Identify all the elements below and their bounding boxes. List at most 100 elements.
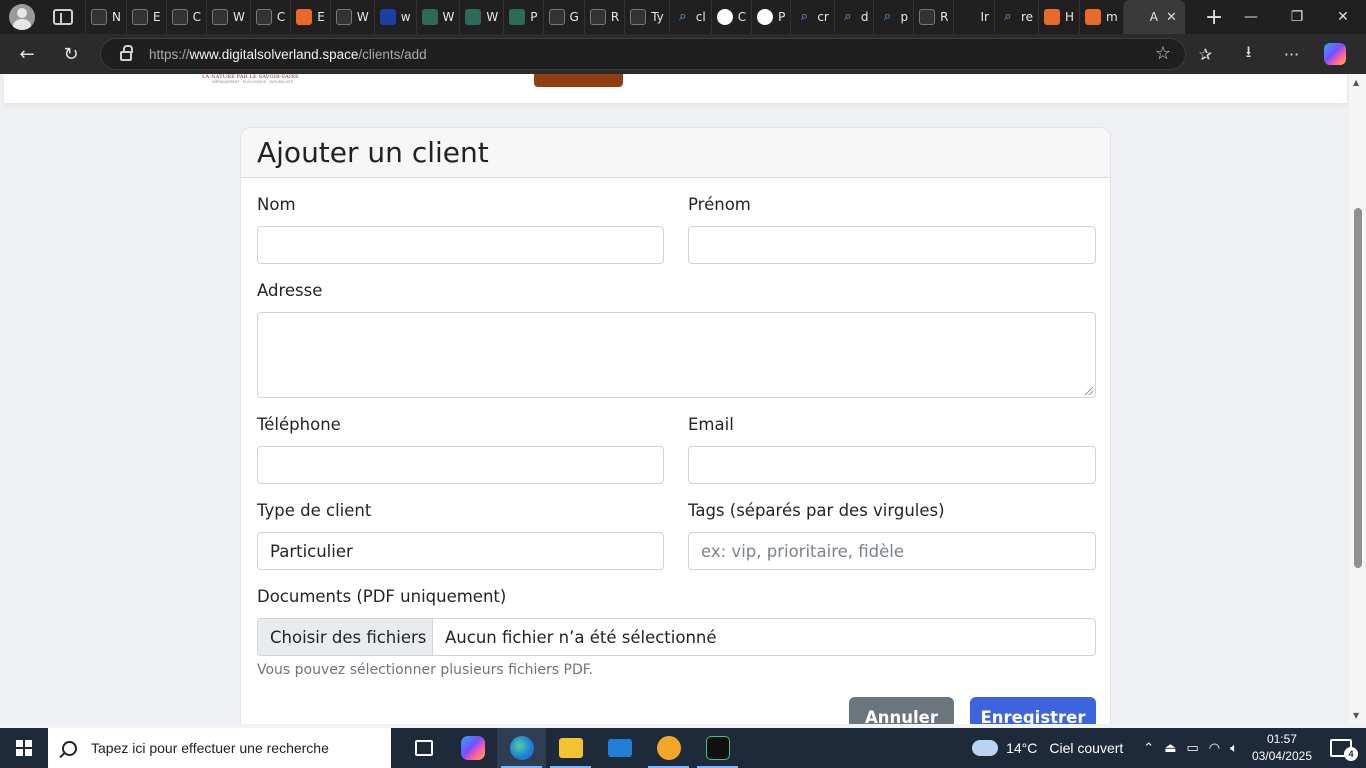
orange-dots-icon [296,9,313,25]
more-options-icon[interactable]: ··· [1270,45,1313,64]
browser-tab[interactable]: A ✕ [1122,0,1185,34]
browser-tab[interactable]: ⌕ cr [790,0,834,34]
browser-tab[interactable]: R [913,0,953,34]
adresse-textarea[interactable] [257,312,1096,398]
browser-tab[interactable]: P [503,0,542,34]
refresh-icon[interactable]: ↻ [56,39,86,69]
chevron-up-icon[interactable]: ⌃ [1143,740,1154,756]
favorite-star-icon[interactable]: ☆ [1155,43,1171,64]
documents-help-text: Vous pouvez sélectionner plusieurs fichi… [257,662,593,678]
terminal-app-icon[interactable] [693,728,742,768]
prenom-input[interactable] [688,226,1096,264]
copilot-app-icon[interactable] [448,728,497,768]
mail-app-icon[interactable] [595,728,644,768]
brave-app-icon[interactable] [644,728,693,768]
email-input[interactable] [688,446,1096,484]
tab-actions-icon[interactable] [53,9,73,25]
browser-tab[interactable]: ⌕ p [873,0,913,34]
address-bar[interactable]: https://www.digitalsolverland.space/clie… [100,38,1186,70]
browser-tab-label: cr [817,10,829,24]
browser-tab[interactable]: W [329,0,374,34]
weather-widget[interactable]: 14°C Ciel couvert [968,734,1123,756]
new-tab-icon[interactable]: + [1205,5,1223,30]
browser-tab[interactable]: ⌕ d [833,0,874,34]
choose-files-button[interactable]: Choisir des fichiers [258,619,433,655]
browser-tab[interactable]: N [85,0,126,34]
task-view-icon[interactable] [399,728,448,768]
browser-tab[interactable]: Ir [953,0,993,34]
browser-tab[interactable]: Ty [624,0,669,34]
browser-tab[interactable]: R [583,0,624,34]
taskbar-search[interactable]: Tapez ici pour effectuer une recherche [48,728,391,768]
tags-label: Tags (séparés par des virgules) [688,501,945,520]
favorites-icon[interactable]: ✰ [1184,45,1227,64]
browser-tab[interactable]: ⌕ re [993,0,1038,34]
notification-count: 4 [1344,747,1358,761]
clock-date: 03/04/2025 [1251,749,1312,763]
browser-tab[interactable]: W [459,0,503,34]
tags-input[interactable]: ex: vip, prioritaire, fidèle [688,532,1096,570]
browser-tab-label: W [356,10,369,24]
documents-file-input[interactable]: Choisir des fichiers Aucun fichier n’a é… [257,618,1096,656]
browser-tab-label: m [1106,10,1118,24]
browser-tab-label: C [737,10,747,24]
clock[interactable]: 01:57 03/04/2025 [1252,731,1312,765]
downloads-icon[interactable]: ⭳ [1227,41,1270,68]
browser-tab[interactable]: H [1038,0,1079,34]
restore-icon[interactable]: ❐ [1274,0,1320,34]
scrollbar-thumb[interactable] [1354,208,1362,568]
browser-tab[interactable]: W [205,0,250,34]
search-icon: ⌕ [844,9,852,24]
browser-tab[interactable]: E [125,0,166,34]
blank-icon [1129,9,1145,25]
url-text[interactable]: https://www.digitalsolverland.space/clie… [149,47,427,62]
save-button[interactable]: Enregistrer [970,697,1096,724]
browser-tab-label: H [1065,10,1075,24]
window-controls: — ❐ ✕ [1228,0,1366,34]
profile-avatar-icon[interactable] [9,4,35,30]
browser-tab[interactable]: P [751,0,790,34]
wifi-icon[interactable]: ◠ [1209,740,1220,756]
browser-tab[interactable]: m [1079,0,1123,34]
telephone-input[interactable] [257,446,664,484]
logo-subline: AMÉNAGEMENT · ÉCOLOGIQUE · NATURALISTE [212,80,294,84]
browser-tab[interactable]: C [249,0,290,34]
browser-tab[interactable]: E [290,0,330,34]
openai-icon [716,9,733,25]
page-scrollbar[interactable]: ▲ ▼ [1349,74,1366,724]
browser-tab[interactable]: G [542,0,584,34]
scroll-up-icon[interactable]: ▲ [1353,78,1359,87]
battery-icon[interactable]: ▭ [1186,740,1198,756]
start-button[interactable] [0,728,48,768]
lock-icon[interactable] [120,45,133,61]
browser-tab[interactable]: C [710,0,751,34]
browser-tab[interactable]: W [415,0,460,34]
file-explorer-icon[interactable] [546,728,595,768]
scroll-down-icon[interactable]: ▼ [1353,711,1359,720]
browser-tab[interactable]: w [373,0,416,34]
browser-tab-label: R [610,10,620,24]
edge-app-icon[interactable] [497,728,546,768]
browser-tab-label: C [276,10,286,24]
browser-tab[interactable]: ⌕ cl [668,0,711,34]
browser-tab[interactable]: C [165,0,206,34]
header-button[interactable] [534,74,623,87]
copilot-icon[interactable] [1313,43,1356,65]
system-tray: 14°C Ciel couvert ⌃ ⏏ ▭ ◠ 🔈︎ 01:57 03/04… [968,728,1366,768]
add-client-card: Ajouter un client Nom Prénom Adresse Tél… [240,127,1111,724]
cancel-button[interactable]: Annuler [849,697,954,724]
close-window-icon[interactable]: ✕ [1320,0,1366,34]
resize-handle-icon[interactable] [1085,387,1093,395]
type-client-select[interactable]: Particulier [257,532,664,570]
minimize-icon[interactable]: — [1228,0,1274,34]
back-icon[interactable]: ← [12,39,42,69]
email-label: Email [688,415,734,434]
volume-icon[interactable]: 🔈︎ [1230,740,1238,756]
backslash-icon [335,9,352,25]
notifications-icon[interactable]: 4 [1330,739,1358,761]
usb-icon[interactable]: ⏏ [1164,740,1176,756]
backslash-icon [211,9,228,25]
tab-list: N E C W C E Ww W W P G R Ty ⌕ cl C P ⌕ cr ⌕ d ⌕ p R Ir ⌕ re Hm A ✕ [85,0,1185,34]
nom-input[interactable] [257,226,664,264]
close-tab-icon[interactable]: ✕ [1166,10,1177,25]
